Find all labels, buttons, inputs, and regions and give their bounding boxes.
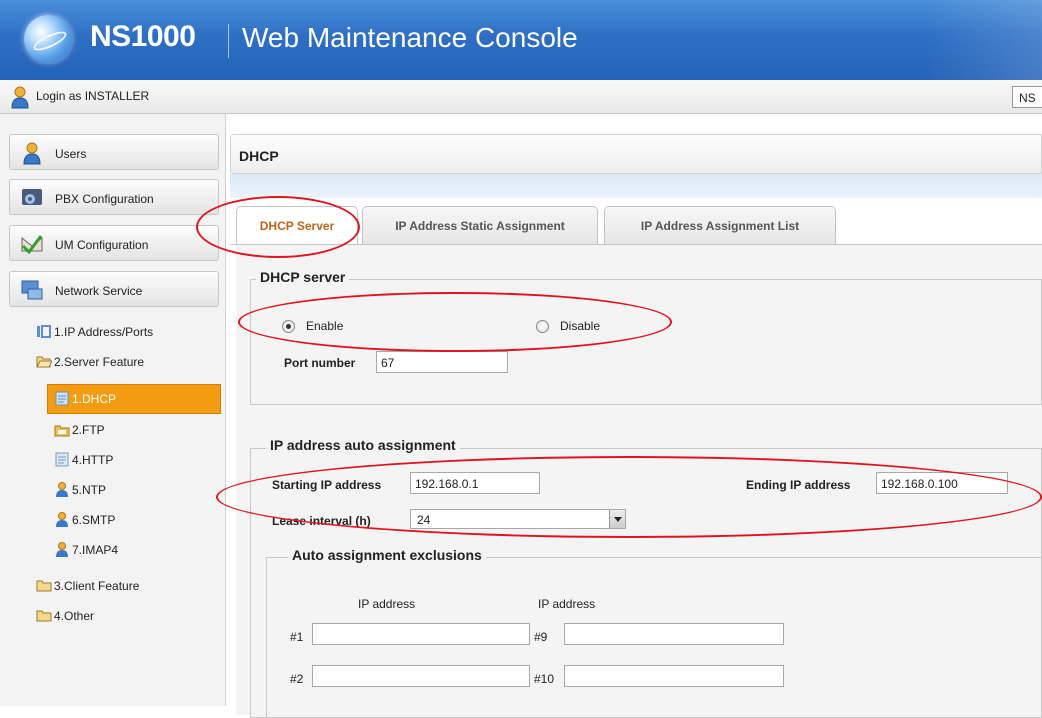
dhcp-server-group — [250, 279, 1042, 405]
starting-ip-input[interactable]: 192.168.0.1 — [410, 472, 540, 494]
disable-label: Disable — [560, 319, 601, 333]
exclusion-input-10[interactable] — [564, 665, 784, 687]
disable-radio[interactable] — [536, 320, 549, 333]
app-subtitle: Web Maintenance Console — [242, 22, 578, 53]
tab-bar: DHCP Server IP Address Static Assignment… — [234, 206, 1042, 246]
main-panel: DHCP DHCP Server IP Address Static Assig… — [226, 114, 1042, 718]
sidebar: Users PBX Configuration UM Configuration… — [0, 114, 226, 706]
exclusion-number: #1 — [290, 630, 304, 644]
app-header: NS1000 Web Maintenance Console — [0, 0, 1042, 80]
exclusion-input-1[interactable] — [312, 623, 530, 645]
dhcp-server-legend: DHCP server — [256, 269, 350, 285]
tab-dhcp-server[interactable]: DHCP Server — [236, 206, 358, 246]
login-bar: Login as INSTALLER NS — [0, 80, 1042, 114]
menu-network-service[interactable]: Network Service — [9, 271, 219, 307]
network-icon — [21, 280, 43, 300]
user-icon — [23, 142, 41, 165]
imap-icon — [56, 542, 68, 557]
smtp-icon — [56, 512, 68, 527]
enable-radio[interactable] — [282, 320, 295, 333]
exclusion-number: #10 — [534, 672, 555, 686]
tab-content: DHCP server Enable Disable Port number 6… — [236, 245, 1042, 718]
lease-interval-select[interactable]: 24 — [410, 509, 626, 529]
header-divider — [228, 24, 229, 58]
user-icon — [11, 86, 29, 109]
ending-ip-input[interactable]: 192.168.0.100 — [876, 472, 1008, 494]
port-number-label: Port number — [284, 356, 356, 370]
menu-label: Network Service — [55, 284, 143, 298]
http-icon — [55, 452, 69, 467]
lease-interval-label: Lease interval (h) — [272, 514, 371, 528]
menu-users[interactable]: Users — [9, 134, 219, 170]
port-number-input[interactable]: 67 — [376, 351, 508, 373]
exclusion-input-9[interactable] — [564, 623, 784, 645]
title-band — [230, 174, 1042, 198]
enable-label: Enable — [306, 319, 344, 333]
login-status: Login as INSTALLER — [36, 89, 150, 103]
ntp-icon — [56, 482, 68, 497]
chevron-down-icon — [609, 510, 625, 528]
page-title: DHCP — [239, 148, 279, 164]
menu-um-configuration[interactable]: UM Configuration — [9, 225, 219, 261]
menu-pbx-configuration[interactable]: PBX Configuration — [9, 179, 219, 215]
ending-ip-label: Ending IP address — [746, 478, 851, 492]
exclusion-input-2[interactable] — [312, 665, 530, 687]
folder-icon — [36, 610, 52, 622]
menu-label: PBX Configuration — [55, 192, 154, 206]
starting-ip-label: Starting IP address — [272, 478, 382, 492]
exclusion-number: #2 — [290, 672, 304, 686]
brand-name: NS1000 — [90, 20, 196, 53]
menu-label: UM Configuration — [55, 238, 149, 252]
tab-ip-address-assignment-list[interactable]: IP Address Assignment List — [604, 206, 836, 244]
page-title-bar: DHCP — [230, 134, 1042, 174]
ftp-icon — [54, 425, 70, 437]
tab-ip-address-static-assignment[interactable]: IP Address Static Assignment — [362, 206, 598, 244]
pbx-icon — [22, 189, 42, 205]
um-icon — [21, 235, 43, 255]
exclusions-legend: Auto assignment exclusions — [288, 547, 486, 563]
header-decoration — [922, 0, 1042, 80]
folder-icon — [36, 580, 52, 592]
auto-assignment-legend: IP address auto assignment — [266, 437, 460, 453]
menu-label: Users — [55, 147, 87, 161]
folder-open-icon — [36, 356, 52, 368]
exclusion-number: #9 — [534, 630, 548, 644]
ip-address-header-right: IP address — [538, 597, 596, 611]
ip-icon — [37, 325, 51, 338]
globe-logo-icon — [24, 15, 72, 63]
ip-address-header-left: IP address — [358, 597, 416, 611]
site-selector[interactable]: NS — [1012, 86, 1042, 108]
dhcp-icon — [55, 391, 69, 406]
